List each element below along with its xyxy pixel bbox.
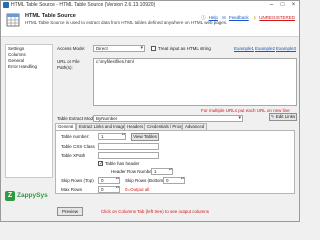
table-number-spinner[interactable]: 1: [98, 133, 126, 140]
zappysys-logo-text: ZappySys: [17, 192, 48, 199]
nav-tree: Settings Columns General Error Handling: [5, 44, 53, 178]
table-xpath-input[interactable]: [98, 152, 159, 159]
header-row-number-spinner[interactable]: 1: [151, 168, 173, 175]
example3-link[interactable]: Example3: [276, 46, 296, 51]
max-rows-hint: 0=Output all: [125, 187, 150, 192]
feedback-icon: ✉: [222, 15, 226, 20]
example1-link[interactable]: Example1: [234, 46, 254, 51]
dialog-window: HTML Table Source - HTML Table Source (V…: [0, 0, 300, 222]
example2-link[interactable]: Example2: [255, 46, 275, 51]
header-description: HTML Table Source is used to extract dat…: [25, 20, 228, 25]
treat-input-label: Treat input as HTML string: [158, 46, 211, 51]
tab-headers[interactable]: Headers: [124, 123, 147, 130]
help-icon: ⓘ: [201, 15, 206, 20]
table-css-class-label: Table CSS Class: [61, 144, 95, 149]
table-css-class-input[interactable]: [98, 143, 159, 150]
edit-links-label: Edit Links: [275, 114, 296, 119]
tab-credentials-proxy[interactable]: Credentials / Proxy: [144, 123, 187, 130]
skip-rows-bottom-spinner[interactable]: 0: [163, 177, 185, 184]
access-mode-select[interactable]: Direct: [93, 45, 145, 52]
tab-extract-links-images[interactable]: Extract Links and Images: [76, 123, 131, 130]
edit-links-icon: ✎: [270, 114, 275, 119]
zappysys-logo-icon: Z: [5, 191, 15, 201]
url-label: URL or File Path(s):: [57, 59, 80, 70]
tab-advanced[interactable]: Advanced: [182, 123, 208, 130]
edit-links-button[interactable]: ✎ Edit Links: [269, 113, 297, 121]
unregistered-link[interactable]: UNREGISTERED: [259, 15, 295, 20]
table-has-header-label: Table has header: [105, 161, 140, 166]
max-rows-label: Max Rows: [61, 187, 83, 192]
skip-rows-bottom-label: Skip Rows (Bottom): [125, 178, 165, 183]
zappysys-logo: Z ZappySys: [5, 191, 51, 203]
key-icon: ⚷: [252, 15, 257, 20]
access-mode-label: Access Mode:: [57, 46, 86, 51]
close-icon[interactable]: ×: [288, 1, 299, 9]
minimize-icon[interactable]: –: [266, 1, 277, 9]
help-link[interactable]: Help: [209, 15, 218, 20]
url-textarea[interactable]: c:\myfiles\files.html: [93, 58, 297, 106]
extract-mode-select[interactable]: ByNumber: [93, 115, 243, 122]
extract-mode-label: Table Extract Mode:: [57, 116, 97, 121]
max-rows-spinner[interactable]: 0: [98, 186, 120, 193]
table-has-header-checkbox[interactable]: ✓: [98, 161, 103, 167]
nav-item-error-handling[interactable]: Error Handling: [6, 64, 52, 70]
app-icon: [3, 2, 9, 8]
table-xpath-label: Table XPath: [61, 153, 86, 158]
general-tab-panel: [55, 130, 295, 194]
columns-tab-hint: Click on Columns Tab (left tree) to see …: [101, 209, 209, 214]
window-title: HTML Table Source - HTML Table Source (V…: [11, 2, 156, 8]
view-tables-button[interactable]: View Tables: [131, 133, 159, 141]
header-title: HTML Table Source: [25, 13, 76, 19]
header-row-number-label: Header Row Number: [111, 169, 154, 174]
feedback-link[interactable]: Feedback: [229, 15, 249, 20]
html-table-icon: [6, 13, 20, 27]
table-number-label: Table number:: [61, 134, 90, 139]
header-banner: HTML Table Source HTML Table Source is u…: [1, 9, 299, 37]
skip-rows-top-label: Skip Rows (Top): [61, 178, 94, 183]
treat-input-checkbox[interactable]: [151, 46, 156, 51]
header-links: ⓘ Help ✉ Feedback ⚷ UNREGISTERED: [198, 15, 295, 21]
maximize-icon[interactable]: □: [277, 1, 288, 9]
preview-button[interactable]: Preview: [57, 207, 83, 216]
skip-rows-top-spinner[interactable]: 0: [98, 177, 120, 184]
title-bar: HTML Table Source - HTML Table Source (V…: [1, 1, 299, 9]
